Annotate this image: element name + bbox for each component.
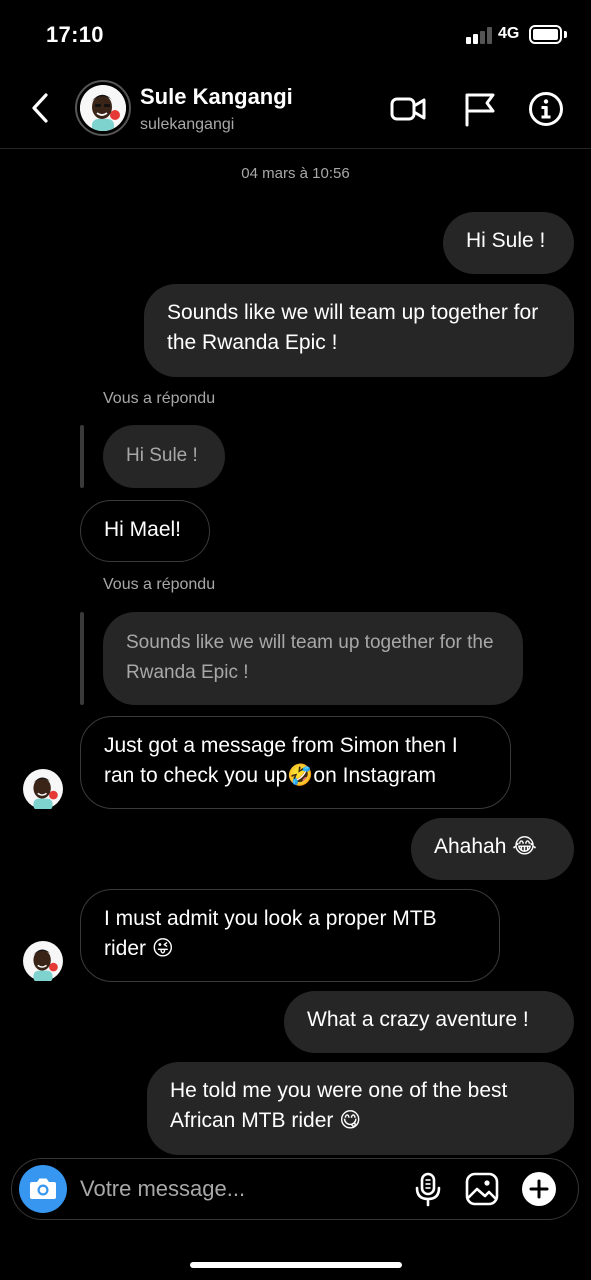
- message-bubble[interactable]: Hi Mael!: [80, 500, 210, 562]
- quoted-message[interactable]: Hi Sule !: [103, 425, 225, 488]
- battery-icon: [529, 25, 562, 44]
- chat-header: Sule Kangangi sulekangangi: [0, 72, 591, 149]
- reply-label: Vous a répondu: [103, 576, 216, 593]
- microphone-icon: [415, 1172, 441, 1207]
- message-bubble[interactable]: Ahahah 😂: [411, 818, 574, 880]
- contact-avatar[interactable]: [75, 80, 131, 136]
- reply-label: Vous a répondu: [103, 390, 216, 407]
- message-bubble[interactable]: Sounds like we will team up together for…: [144, 284, 574, 377]
- chevron-left-icon: [32, 93, 48, 123]
- gallery-button[interactable]: [464, 1171, 500, 1207]
- message-bubble[interactable]: I must admit you look a proper MTB rider…: [80, 889, 500, 982]
- camera-button[interactable]: [19, 1165, 67, 1213]
- status-time: 17:10: [46, 22, 104, 47]
- back-button[interactable]: [26, 90, 56, 126]
- message-bubble[interactable]: Hi Sule !: [443, 212, 574, 274]
- voice-message-button[interactable]: [410, 1171, 446, 1207]
- sender-avatar[interactable]: [23, 769, 63, 811]
- report-button[interactable]: [461, 90, 499, 128]
- info-button[interactable]: [527, 90, 565, 128]
- message-input[interactable]: [80, 1159, 400, 1219]
- sender-avatar[interactable]: [23, 941, 63, 983]
- flag-icon: [465, 93, 495, 127]
- thread-timestamp: 04 mars à 10:56: [241, 165, 350, 182]
- video-call-button[interactable]: [389, 90, 427, 128]
- video-camera-icon: [390, 97, 426, 121]
- network-type: 4G: [498, 25, 520, 42]
- info-icon: [529, 92, 563, 126]
- message-composer: [11, 1158, 579, 1220]
- image-icon: [465, 1172, 499, 1206]
- more-options-button[interactable]: [521, 1171, 557, 1207]
- reply-indicator: [80, 425, 84, 488]
- plus-circle-icon: [522, 1172, 556, 1206]
- contact-name[interactable]: Sule Kangangi: [140, 84, 293, 110]
- message-bubble[interactable]: What a crazy aventure !: [284, 991, 574, 1053]
- camera-icon: [30, 1178, 56, 1199]
- home-indicator[interactable]: [190, 1262, 402, 1268]
- signal-icon: [466, 27, 494, 44]
- reply-indicator: [80, 612, 84, 705]
- status-bar: 17:10 4G: [0, 0, 591, 70]
- contact-username[interactable]: sulekangangi: [140, 116, 234, 134]
- message-bubble[interactable]: He told me you were one of the best Afri…: [147, 1062, 574, 1155]
- quoted-message[interactable]: Sounds like we will team up together for…: [103, 612, 523, 705]
- message-bubble[interactable]: Just got a message from Simon then I ran…: [80, 716, 511, 809]
